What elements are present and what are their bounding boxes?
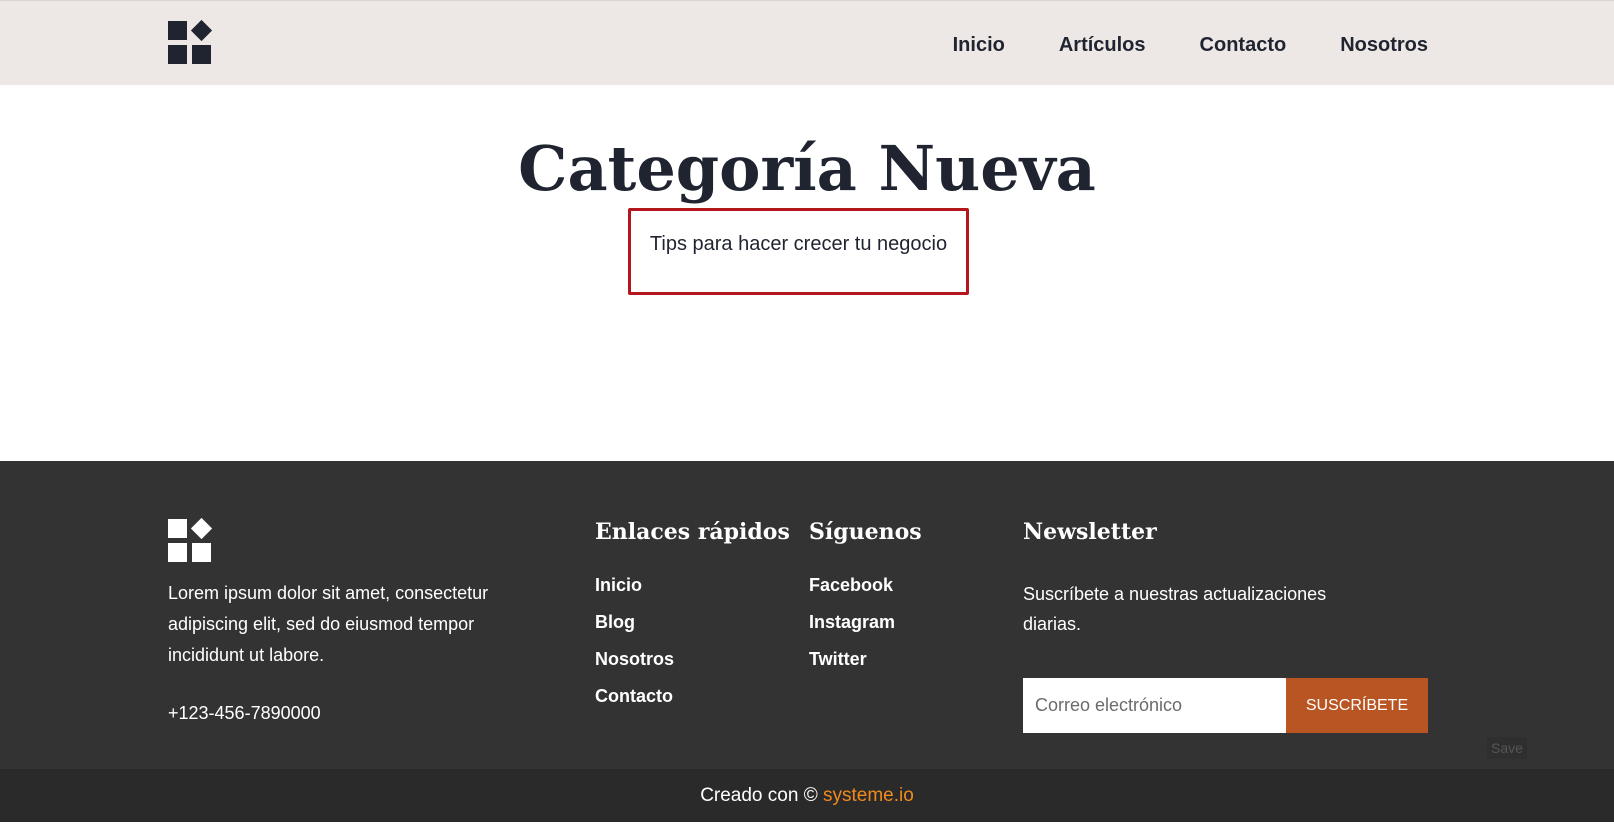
- subtitle-highlight-box: Tips para hacer crecer tu negocio: [628, 208, 969, 295]
- page-title: Categoría Nueva: [518, 132, 1096, 205]
- brand-logo-icon[interactable]: [168, 19, 213, 65]
- footer-link-nosotros[interactable]: Nosotros: [595, 649, 674, 669]
- footer-phone: +123-456-7890000: [168, 703, 321, 723]
- systeme-link[interactable]: systeme.io: [823, 785, 914, 806]
- newsletter-column: Newsletter: [1023, 519, 1157, 545]
- site-header: Inicio Artículos Contacto Nosotros: [0, 0, 1614, 85]
- newsletter-form: SUSCRÍBETE: [1023, 678, 1428, 733]
- newsletter-email-input[interactable]: [1023, 678, 1286, 733]
- footer-link-contacto[interactable]: Contacto: [595, 686, 673, 706]
- save-button[interactable]: Save: [1487, 737, 1527, 759]
- nav-link-contacto[interactable]: Contacto: [1200, 34, 1287, 57]
- social-link-instagram[interactable]: Instagram: [809, 612, 895, 632]
- subscribe-button[interactable]: SUSCRÍBETE: [1286, 678, 1428, 733]
- nav-link-articulos[interactable]: Artículos: [1059, 34, 1146, 57]
- social-title: Síguenos: [809, 519, 922, 545]
- social-link-facebook[interactable]: Facebook: [809, 575, 893, 595]
- main-nav: Inicio Artículos Contacto Nosotros: [953, 34, 1428, 57]
- page-subtitle: Tips para hacer crecer tu negocio: [649, 233, 948, 255]
- nav-link-inicio[interactable]: Inicio: [953, 34, 1005, 57]
- page: Inicio Artículos Contacto Nosotros Categ…: [0, 0, 1614, 825]
- nav-link-nosotros[interactable]: Nosotros: [1340, 34, 1428, 57]
- site-footer: Lorem ipsum dolor sit amet, consectetur …: [0, 461, 1614, 769]
- footer-logo-icon[interactable]: [168, 517, 213, 563]
- footer-about-text: Lorem ipsum dolor sit amet, consectetur …: [168, 583, 489, 665]
- social-link-twitter[interactable]: Twitter: [809, 649, 867, 669]
- bottom-credit-bar: Creado con © systeme.io: [0, 769, 1614, 822]
- credit-text: Creado con ©: [700, 785, 823, 806]
- footer-link-blog[interactable]: Blog: [595, 612, 635, 632]
- newsletter-text: Suscríbete a nuestras actualizaciones di…: [1023, 584, 1327, 634]
- quick-links-title: Enlaces rápidos: [595, 519, 790, 545]
- footer-link-inicio[interactable]: Inicio: [595, 575, 642, 595]
- social-column: Síguenos Facebook Instagram Twitter: [809, 519, 922, 686]
- quick-links-column: Enlaces rápidos Inicio Blog Nosotros Con…: [595, 519, 790, 723]
- newsletter-title: Newsletter: [1023, 519, 1157, 545]
